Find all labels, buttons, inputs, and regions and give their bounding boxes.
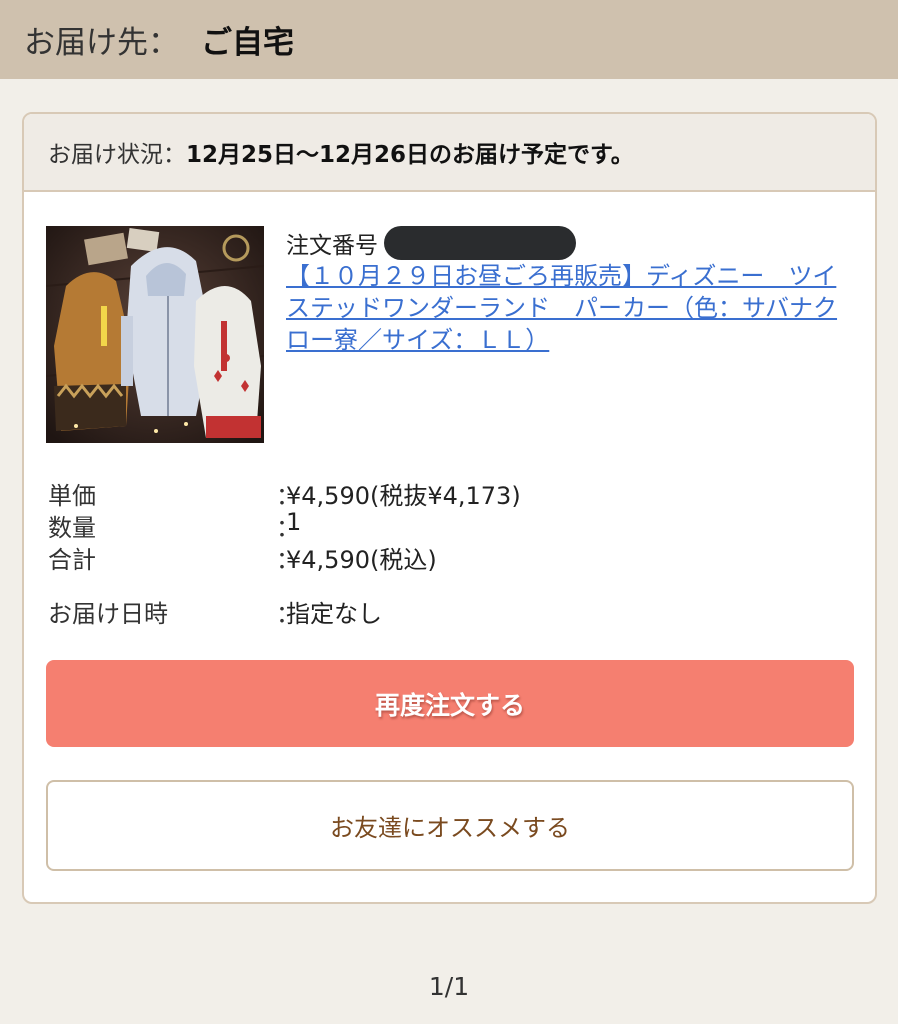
product-title-link[interactable]: 【１０月２９日お昼ごろ再販売】ディズニー ツイステッドワンダーランド パーカー（… — [286, 260, 846, 356]
delivery-time-label: お届け日時 — [48, 600, 168, 628]
delivery-time-row: お届け日時 ： 指定なし — [48, 594, 382, 629]
order-number-row: 注文番号 — [286, 226, 576, 260]
product-image[interactable] — [46, 226, 264, 443]
order-card: お届け状況： 12月25日〜12月26日のお届け予定です。 注文番号 【１０月２… — [22, 112, 877, 904]
separator: ： — [276, 600, 300, 628]
delivery-status-label: お届け状況： — [48, 142, 186, 168]
reorder-button[interactable]: 再度注文する — [46, 660, 854, 747]
quantity-value: 1 — [286, 508, 302, 536]
separator: ： — [276, 514, 300, 542]
destination-label: お届け先： — [24, 25, 179, 61]
unit-price-value: ¥4,590(税抜¥4,173) — [286, 482, 521, 510]
unit-price-label: 単価 — [48, 482, 96, 510]
quantity-row: 数量 ： 1 — [48, 508, 301, 543]
unit-price-row: 単価 ： ¥4,590(税抜¥4,173) — [48, 476, 521, 511]
order-number-redacted — [384, 226, 576, 260]
delivery-status-bar: お届け状況： 12月25日〜12月26日のお届け予定です。 — [24, 114, 875, 192]
order-number-label: 注文番号 — [286, 233, 378, 259]
separator: ： — [276, 482, 300, 510]
quantity-label: 数量 — [48, 514, 96, 542]
delivery-time-value: 指定なし — [286, 600, 382, 628]
destination-value: ご自宅 — [201, 25, 294, 61]
separator: ： — [276, 546, 300, 574]
delivery-destination-header: お届け先： ご自宅 — [0, 0, 898, 79]
pagination: 1/1 — [428, 972, 470, 1001]
total-label: 合計 — [48, 546, 96, 574]
total-row: 合計 ： ¥4,590(税込) — [48, 540, 437, 575]
recommend-to-friend-button[interactable]: お友達にオススメする — [46, 780, 854, 871]
delivery-status-value: 12月25日〜12月26日のお届け予定です。 — [186, 142, 634, 168]
total-value: ¥4,590(税込) — [286, 546, 437, 574]
